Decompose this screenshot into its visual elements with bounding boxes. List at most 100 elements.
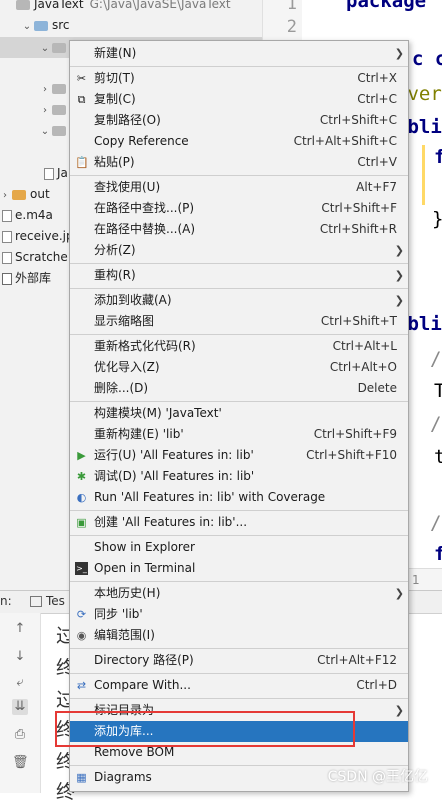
menu-item-find-usages[interactable]: 查找使用(U) Alt+F7 xyxy=(70,177,408,198)
menu-item-find-in-path[interactable]: 在路径中查找...(P) Ctrl+Shift+F xyxy=(70,198,408,219)
project-name: JavaText xyxy=(34,0,84,11)
menu-item-shortcut: Ctrl+Alt+O xyxy=(329,360,397,374)
editor-number: 1 xyxy=(412,573,420,587)
menu-separator xyxy=(70,175,408,176)
folder-icon xyxy=(52,83,66,94)
menu-item-create-config[interactable]: ▣ 创建 'All Features in: lib'... xyxy=(70,512,408,533)
menu-item-compare-with[interactable]: ⇄ Compare With... Ctrl+D xyxy=(70,675,408,696)
brace-highlight xyxy=(422,145,425,205)
code-line: / xyxy=(430,348,442,370)
menu-item-label: 构建模块(M) 'JavaText' xyxy=(94,406,222,420)
print-icon[interactable]: ⎙ xyxy=(12,727,28,743)
menu-item-debug[interactable]: ✱ 调试(D) 'All Features in: lib' xyxy=(70,466,408,487)
scroll-down-icon[interactable]: ↓ xyxy=(12,649,28,665)
menu-item-run-with-coverage[interactable]: ◐ Run 'All Features in: lib' with Coverag… xyxy=(70,487,408,508)
menu-item-cut[interactable]: ✂ 剪切(T) Ctrl+X xyxy=(70,68,408,89)
menu-item-label: 优化导入(Z) xyxy=(94,360,160,374)
chevron-down-icon[interactable]: ⌄ xyxy=(22,16,32,37)
clear-all-icon[interactable]: 🗑 xyxy=(12,755,29,771)
menu-separator xyxy=(70,263,408,264)
tree-src-row[interactable]: ⌄ src xyxy=(22,15,70,36)
chevron-right-icon[interactable]: › xyxy=(0,185,10,206)
menu-item-edit-scopes[interactable]: ◉ 编辑范围(I) xyxy=(70,625,408,646)
menu-item-show-in-explorer[interactable]: Show in Explorer xyxy=(70,537,408,558)
soft-wrap-icon[interactable]: ⤶ xyxy=(12,675,28,691)
tree-collapsed-row[interactable]: › xyxy=(40,99,70,120)
menu-item-add-to-favorites[interactable]: 添加到收藏(A) ❯ xyxy=(70,290,408,311)
menu-item-label: Show in Explorer xyxy=(94,540,195,554)
folder-icon xyxy=(52,104,66,115)
menu-item-copy[interactable]: ⧉ 复制(C) Ctrl+C xyxy=(70,89,408,110)
menu-item-open-in-terminal[interactable]: >_ Open in Terminal xyxy=(70,558,408,579)
tree-out-row[interactable]: › out xyxy=(0,184,50,205)
tab-test[interactable]: Tes xyxy=(30,594,65,608)
tree-file-row[interactable]: e.m4a xyxy=(0,205,53,226)
menu-item-refactor[interactable]: 重构(R) ❯ xyxy=(70,265,408,286)
tree-scratches-row[interactable]: Scratche xyxy=(0,247,68,268)
terminal-icon: >_ xyxy=(75,562,88,575)
tree-file-row[interactable]: receive.jp xyxy=(0,226,74,247)
menu-item-shortcut: Ctrl+Shift+C xyxy=(319,113,397,127)
menu-item-copy-path[interactable]: 复制路径(O) Ctrl+Shift+C xyxy=(70,110,408,131)
run-toolbar: ↑ ↓ ⤶ ⇊ ⎙ 🗑 xyxy=(0,613,41,793)
menu-item-copy-reference[interactable]: Copy Reference Ctrl+Alt+Shift+C xyxy=(70,131,408,152)
tree-collapsed-row[interactable]: › xyxy=(40,78,70,99)
menu-item-shortcut: Ctrl+Alt+Shift+C xyxy=(293,134,397,148)
menu-separator xyxy=(70,288,408,289)
menu-item-label: Copy Reference xyxy=(94,134,189,148)
menu-item-label: 创建 'All Features in: lib'... xyxy=(94,515,248,529)
menu-item-label: 剪切(T) xyxy=(94,71,135,85)
menu-item-replace-in-path[interactable]: 在路径中替换...(A) Ctrl+Shift+R xyxy=(70,219,408,240)
java-file-icon xyxy=(44,167,54,180)
menu-separator xyxy=(70,510,408,511)
menu-item-shortcut: Alt+F7 xyxy=(356,180,397,194)
diagrams-icon: ▦ xyxy=(76,771,87,784)
chevron-right-icon[interactable]: › xyxy=(40,79,50,100)
menu-separator xyxy=(70,334,408,335)
menu-item-directory-path[interactable]: Directory 路径(P) Ctrl+Alt+F12 xyxy=(70,650,408,671)
menu-item-label: Directory 路径(P) xyxy=(94,653,194,667)
menu-separator xyxy=(70,581,408,582)
tree-project-row[interactable]: JavaText G:\Java\JavaSE\JavaText xyxy=(14,0,231,15)
scroll-up-icon[interactable]: ↑ xyxy=(12,621,28,637)
code-line: T xyxy=(434,380,442,402)
library-icon xyxy=(2,272,12,285)
menu-item-analyze[interactable]: 分析(Z) ❯ xyxy=(70,240,408,261)
menu-item-synchronize[interactable]: ⟳ 同步 'lib' xyxy=(70,604,408,625)
audio-file-icon xyxy=(2,209,12,222)
code-line: f xyxy=(434,146,442,168)
tab-test-label: Tes xyxy=(46,594,65,608)
menu-item-optimize-imports[interactable]: 优化导入(Z) Ctrl+Alt+O xyxy=(70,357,408,378)
tree-file-row[interactable]: Ja xyxy=(42,163,68,184)
submenu-arrow-icon: ❯ xyxy=(394,704,404,717)
menu-item-show-thumbnail[interactable]: 显示缩略图 Ctrl+Shift+T xyxy=(70,311,408,332)
chevron-down-icon[interactable]: ⌄ xyxy=(40,121,50,142)
menu-item-build-module[interactable]: 构建模块(M) 'JavaText' xyxy=(70,403,408,424)
scope-icon: ◉ xyxy=(76,629,87,642)
menu-item-shortcut: Ctrl+Alt+F12 xyxy=(317,653,397,667)
chevron-right-icon[interactable]: › xyxy=(40,100,50,121)
compare-icon: ⇄ xyxy=(76,679,87,692)
menu-item-label: 在路径中替换...(A) xyxy=(94,222,196,236)
folder-icon xyxy=(52,42,66,53)
menu-item-local-history[interactable]: 本地历史(H) ❯ xyxy=(70,583,408,604)
menu-item-shortcut: Ctrl+Shift+F10 xyxy=(306,448,397,462)
menu-item-paste[interactable]: 📋 粘贴(P) Ctrl+V xyxy=(70,152,408,173)
menu-item-reformat-code[interactable]: 重新格式化代码(R) Ctrl+Alt+L xyxy=(70,336,408,357)
menu-item-label: Compare With... xyxy=(94,678,191,692)
tree-expanded-row[interactable]: ⌄ xyxy=(40,120,70,141)
menu-item-label: 重新格式化代码(R) xyxy=(94,339,196,353)
cut-icon: ✂ xyxy=(76,72,87,85)
menu-item-new[interactable]: 新建(N) ❯ xyxy=(70,43,408,64)
copy-icon: ⧉ xyxy=(77,93,86,106)
tree-external-libs-row[interactable]: 外部库 xyxy=(0,268,51,289)
chevron-down-icon[interactable]: ⌄ xyxy=(40,38,50,59)
menu-item-shortcut: Ctrl+X xyxy=(357,71,397,85)
menu-item-label: 复制(C) xyxy=(94,92,136,106)
scroll-to-end-icon[interactable]: ⇊ xyxy=(12,699,28,715)
menu-item-shortcut: Ctrl+D xyxy=(356,678,397,692)
menu-item-rebuild[interactable]: 重新构建(E) 'lib' Ctrl+Shift+F9 xyxy=(70,424,408,445)
context-menu: 新建(N) ❯ ✂ 剪切(T) Ctrl+X ⧉ 复制(C) Ctrl+C 复制路径(O)… xyxy=(69,40,409,792)
menu-item-delete[interactable]: 删除...(D) Delete xyxy=(70,378,408,399)
menu-item-run[interactable]: ▶ 运行(U) 'All Features in: lib' Ctrl+Shift+… xyxy=(70,445,408,466)
